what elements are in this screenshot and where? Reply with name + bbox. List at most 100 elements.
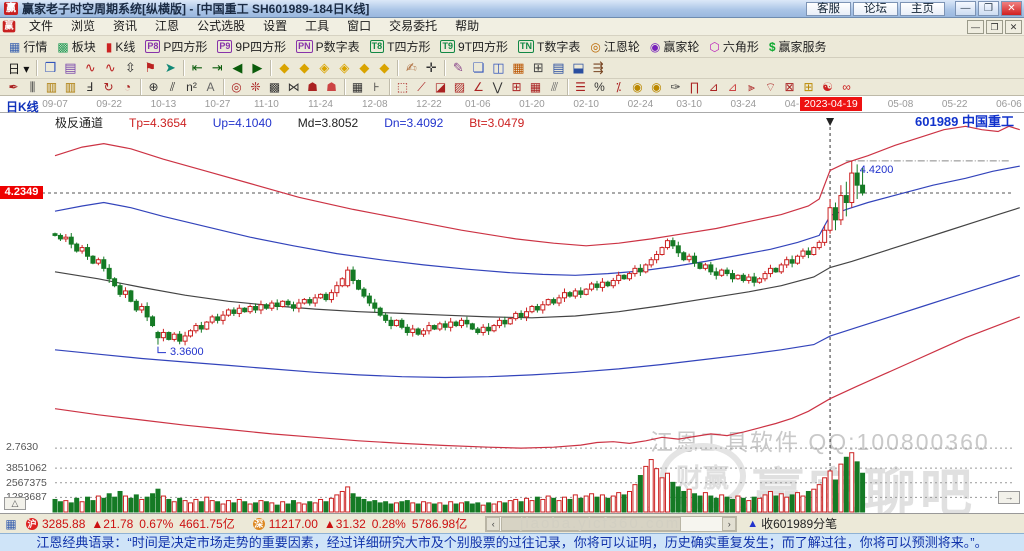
gann-wheel-button[interactable]: ◎江恩轮	[585, 37, 645, 57]
nav-next-icon[interactable]: ▶	[247, 59, 267, 77]
menu-item[interactable]: 交易委托	[380, 18, 446, 35]
menu-item[interactable]: 浏览	[62, 18, 104, 35]
menu-item[interactable]: 帮助	[446, 18, 488, 35]
spiral-icon[interactable]: ↻	[99, 80, 118, 95]
论坛-button[interactable]: 论坛	[853, 2, 898, 16]
letter-a-icon[interactable]: A	[201, 80, 220, 95]
panel-layout-icon[interactable]: ◫	[488, 59, 508, 77]
sse-index-quote[interactable]: 沪3285.88▲21.780.67%4661.75亿	[20, 515, 247, 533]
kline-chart-area[interactable]: 江恩工具软件 QQ:100800360 财赢 赢家聊吧 jiaoba.yicf3…	[0, 113, 1024, 513]
percent2-icon[interactable]: ⁒	[609, 80, 628, 95]
mdi-minimize-button[interactable]: —	[967, 20, 984, 34]
f-wedge-icon[interactable]: ⊿	[723, 80, 742, 95]
scrollbar-left-arrow[interactable]: ‹	[486, 517, 500, 531]
sectors-button[interactable]: ▩板块	[52, 37, 100, 57]
circle-grid-icon[interactable]: ⊕	[144, 80, 163, 95]
calculator-icon[interactable]: ⊞	[528, 59, 548, 77]
rect-tool-icon[interactable]: ⬚	[393, 80, 412, 95]
gold-ruler-icon[interactable]: ▥	[42, 80, 61, 95]
compress-bars-icon[interactable]: ⇳	[120, 59, 140, 77]
expand-pane-button[interactable]: △	[4, 497, 26, 510]
coin2-icon[interactable]: ◉	[647, 80, 666, 95]
info-board-icon[interactable]: ▤	[60, 59, 80, 77]
hexagon-button[interactable]: ⬡六角形	[704, 37, 764, 57]
fan-icon[interactable]: ⌔	[761, 80, 780, 95]
p-table-button[interactable]: PNP数字表	[291, 37, 365, 57]
order-truck-icon[interactable]: ⇶	[588, 59, 608, 77]
hand-tool-icon[interactable]: ✍	[401, 59, 421, 77]
percent-icon[interactable]: %	[590, 80, 609, 95]
keyboard-panel-icon[interactable]: ▦	[2, 517, 20, 531]
gann-diamond-icon[interactable]: ◆	[374, 59, 394, 77]
n-square-icon[interactable]: n²	[182, 80, 201, 95]
gann-diamond-icon[interactable]: ◆	[274, 59, 294, 77]
mdi-restore-button[interactable]: ❐	[986, 20, 1003, 34]
matrix-icon[interactable]: ▩	[265, 80, 284, 95]
period-dropdown[interactable]: 日 ▾	[4, 60, 33, 77]
gann-diamond-icon[interactable]: ◆	[354, 59, 374, 77]
multi-wedge-icon[interactable]: ⫸	[742, 80, 761, 95]
menu-item[interactable]: 江恩	[146, 18, 188, 35]
infinity-icon[interactable]: ∞	[837, 80, 856, 95]
save-icon[interactable]: ⬓	[568, 59, 588, 77]
indicator-curve-icon[interactable]: ∿	[80, 59, 100, 77]
arc-tool-icon[interactable]: ◪	[431, 80, 450, 95]
客服-button[interactable]: 客服	[806, 2, 851, 16]
grid2-tool-icon[interactable]: ▦	[526, 80, 545, 95]
taiji-icon[interactable]: ☯	[818, 80, 837, 95]
gann-diamond-icon[interactable]: ◈	[334, 59, 354, 77]
ink-tool-icon[interactable]: ✑	[666, 80, 685, 95]
snowflake-icon[interactable]: ❊	[246, 80, 265, 95]
report-icon[interactable]: ▤	[548, 59, 568, 77]
level-icon[interactable]: ☰	[571, 80, 590, 95]
minimize-button[interactable]: —	[955, 1, 976, 16]
nine-p-square-button[interactable]: P99P四方形	[212, 37, 291, 57]
gold-ruler2-icon[interactable]: ▥	[61, 80, 80, 95]
t-square-button[interactable]: T8T四方形	[365, 37, 436, 57]
annotate-icon[interactable]: ❏	[468, 59, 488, 77]
scroll-right-button[interactable]: →	[998, 491, 1020, 504]
tower2-icon[interactable]: ☗	[322, 80, 341, 95]
nav-prev-icon[interactable]: ◀	[227, 59, 247, 77]
calendar-icon[interactable]: ▦	[508, 59, 528, 77]
pattern-tool-icon[interactable]: ▨	[450, 80, 469, 95]
grid-tool-icon[interactable]: ⊞	[507, 80, 526, 95]
k-mark-icon[interactable]: ⋈	[284, 80, 303, 95]
tick-data-button[interactable]: ▲ 收601989分笔	[747, 515, 837, 532]
protractor-icon[interactable]: ◔	[118, 80, 137, 95]
polyline-tool-icon[interactable]: ✎	[448, 59, 468, 77]
indicator-curve2-icon[interactable]: ∿	[100, 59, 120, 77]
angle-tool-icon[interactable]: ∠	[469, 80, 488, 95]
select-box-icon[interactable]: ⚑	[140, 59, 160, 77]
gann-diamond-icon[interactable]: ◆	[294, 59, 314, 77]
menu-item[interactable]: 窗口	[338, 18, 380, 35]
grid-pane-icon[interactable]: ⊞	[799, 80, 818, 95]
winner-wheel-button[interactable]: ◉赢家轮	[645, 37, 705, 57]
box-fan-icon[interactable]: ⊠	[780, 80, 799, 95]
f-ruler-icon[interactable]: Ⅎ	[80, 80, 99, 95]
gann-diamond-icon[interactable]: ◈	[314, 59, 334, 77]
menu-item[interactable]: 资讯	[104, 18, 146, 35]
gann-lines-icon[interactable]: ⫼	[23, 80, 42, 95]
szse-index-quote[interactable]: 深11217.00▲31.320.28%5786.98亿	[247, 515, 480, 533]
restore-button[interactable]: ❐	[978, 1, 999, 16]
scrollbar-right-arrow[interactable]: ›	[722, 517, 736, 531]
winner-service-button[interactable]: $赢家服务	[764, 37, 832, 57]
coin-icon[interactable]: ◉	[628, 80, 647, 95]
target-circle-icon[interactable]: ◎	[227, 80, 246, 95]
close-button[interactable]: ✕	[1001, 1, 1022, 16]
window-grid-icon[interactable]: ▦	[348, 80, 367, 95]
nav-first-icon[interactable]: ⇤	[187, 59, 207, 77]
hatch-lines-icon[interactable]: ⫽	[163, 80, 182, 95]
wedge-icon[interactable]: ⊿	[704, 80, 723, 95]
arch-tool-icon[interactable]: ∏	[685, 80, 704, 95]
quotes-button[interactable]: ▦行情	[4, 37, 52, 57]
v-tool-icon[interactable]: ⋁	[488, 80, 507, 95]
主页-button[interactable]: 主页	[900, 2, 945, 16]
mdi-close-button[interactable]: ✕	[1005, 20, 1022, 34]
menu-item[interactable]: 工具	[296, 18, 338, 35]
menu-item[interactable]: 公式选股	[188, 18, 254, 35]
menu-item[interactable]: 文件	[20, 18, 62, 35]
kline-button[interactable]: ▮K线	[101, 37, 141, 57]
slant-lines-icon[interactable]: ⫻	[545, 80, 564, 95]
